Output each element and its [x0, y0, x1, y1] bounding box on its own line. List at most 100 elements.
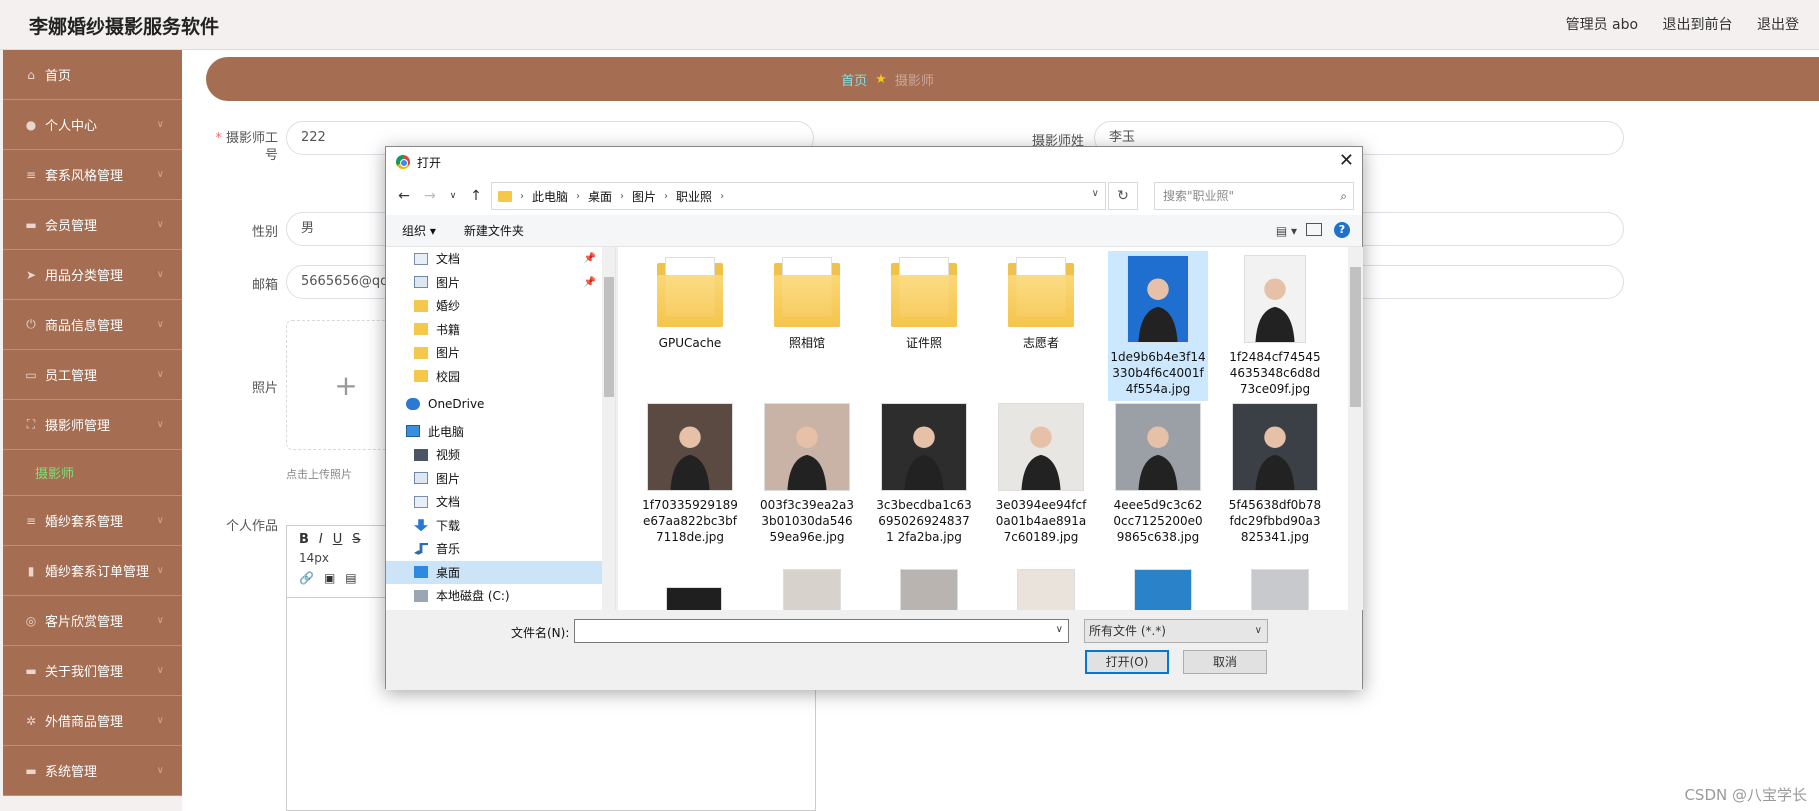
strike-icon[interactable]: S: [352, 532, 360, 547]
sidebar-item-label: 外借商品管理: [45, 715, 124, 730]
open-button[interactable]: 打开(O): [1085, 650, 1169, 674]
sidebar-item[interactable]: ⛶ 摄影师管理 ∨: [3, 400, 182, 450]
nav-tree-item[interactable]: 书籍: [386, 318, 602, 342]
image-thumbnail[interactable]: [900, 569, 958, 610]
image-file-item[interactable]: 003f3c39ea2a33b01030da54659ea96e.jpg: [757, 399, 857, 549]
link-icon[interactable]: 🔗: [299, 571, 314, 585]
address-bar[interactable]: › 此电脑 › 桌面 › 图片 › 职业照 › ∨: [491, 182, 1106, 210]
nav-tree-item[interactable]: 本地磁盘 (C:): [386, 584, 602, 608]
sidebar-subitem[interactable]: 摄影师: [3, 450, 182, 496]
sidebar-item[interactable]: ▬ 系统管理 ∨: [3, 746, 182, 796]
video-icon[interactable]: ▤: [345, 571, 356, 585]
chevron-down-icon[interactable]: ∨: [1092, 188, 1099, 199]
close-icon[interactable]: ✕: [1339, 150, 1354, 171]
path-segment[interactable]: 职业照: [676, 188, 712, 205]
navigation-pane: 文档 📌 图片 📌 婚纱 书籍 图片 校园 OneDrive 此电脑 视频 图片 文档 下载 音乐 桌面 本地磁…: [386, 247, 616, 610]
up-arrow-icon[interactable]: ↑: [468, 188, 484, 204]
nav-tree-item[interactable]: 此电脑: [386, 420, 602, 444]
image-thumbnail[interactable]: [1251, 569, 1309, 610]
chevron-down-icon[interactable]: ∨: [1056, 624, 1063, 635]
path-segment[interactable]: 桌面: [588, 188, 612, 205]
nav-tree-item[interactable]: 桌面: [386, 560, 602, 584]
image-file-item[interactable]: 3c3becdba1c636950269248371 2fa2ba.jpg: [874, 399, 974, 549]
underline-icon[interactable]: U: [333, 532, 343, 547]
filename-input[interactable]: ∨: [574, 619, 1069, 643]
path-separator-icon[interactable]: ›: [664, 191, 668, 202]
nav-tree-item[interactable]: 图片: [386, 341, 602, 365]
preview-pane-icon[interactable]: [1306, 223, 1322, 236]
path-separator-icon[interactable]: ›: [520, 191, 524, 202]
image-thumbnail: [1115, 403, 1201, 491]
image-thumbnail[interactable]: [1017, 569, 1075, 610]
folder-item[interactable]: 志愿者: [991, 251, 1091, 355]
nav-tree-item[interactable]: 文档 📌: [386, 247, 602, 271]
chevron-down-icon: ∨: [156, 219, 164, 230]
image-file-item[interactable]: 4eee5d9c3c620cc7125200e09865c638.jpg: [1108, 399, 1208, 549]
organize-button[interactable]: 组织 ▾: [402, 222, 436, 239]
help-icon[interactable]: ?: [1334, 222, 1350, 238]
sidebar-item[interactable]: ▬ 关于我们管理 ∨: [3, 646, 182, 696]
filetype-select[interactable]: 所有文件 (*.*) ∨: [1084, 619, 1268, 643]
image-file-item[interactable]: 5f45638df0b78fdc29fbbd90a3825341.jpg: [1225, 399, 1325, 549]
path-separator-icon[interactable]: ›: [720, 191, 724, 202]
sidebar-item[interactable]: ≡ 套系风格管理 ∨: [3, 150, 182, 200]
image-file-item[interactable]: 3e0394ee94fcf0a01b4ae891a7c60189.jpg: [991, 399, 1091, 549]
new-folder-button[interactable]: 新建文件夹: [464, 222, 524, 239]
image-file-item[interactable]: 1f70335929189e67aa822bc3bf7118de.jpg: [640, 399, 740, 549]
nav-tree-item[interactable]: 音乐: [386, 537, 602, 561]
nav-tree-item[interactable]: 婚纱: [386, 294, 602, 318]
sidebar-item[interactable]: ◎ 客片欣赏管理 ∨: [3, 596, 182, 646]
nav-tree-item[interactable]: 图片 📌: [386, 271, 602, 295]
sidebar-item[interactable]: ⌂ 首页: [3, 50, 182, 100]
nav-tree-item[interactable]: 下载: [386, 514, 602, 538]
sidebar-item[interactable]: ⏻ 商品信息管理 ∨: [3, 300, 182, 350]
path-segment[interactable]: 图片: [632, 188, 656, 205]
to-front-link[interactable]: 退出到前台: [1663, 17, 1733, 33]
image-file-item[interactable]: 1f2484cf745454635348c6d8d73ce09f.jpg: [1225, 251, 1325, 401]
right-field-3[interactable]: [1330, 265, 1624, 299]
nav-tree-item[interactable]: OneDrive: [386, 392, 602, 416]
sidebar-item[interactable]: ▬ 会员管理 ∨: [3, 200, 182, 250]
forward-arrow-icon[interactable]: →: [422, 188, 438, 204]
command-bar: 组织 ▾ 新建文件夹 ▤ ▾ ?: [386, 215, 1362, 247]
cancel-button[interactable]: 取消: [1183, 650, 1267, 674]
nav-tree-item[interactable]: 图片: [386, 467, 602, 491]
search-input[interactable]: 搜索"职业照" ⌕: [1154, 182, 1354, 210]
files-scroll-thumb[interactable]: [1350, 267, 1361, 407]
path-separator-icon[interactable]: ›: [620, 191, 624, 202]
bold-icon[interactable]: B: [299, 532, 309, 547]
image-icon[interactable]: ▣: [324, 571, 335, 585]
desk-icon: [414, 566, 428, 579]
view-options-icon[interactable]: ▤ ▾: [1276, 224, 1297, 238]
nav-scroll-thumb[interactable]: [604, 277, 614, 397]
sidebar-item[interactable]: ✲ 外借商品管理 ∨: [3, 696, 182, 746]
file-name: 1f70335929189e67aa822bc3bf7118de.jpg: [642, 498, 738, 544]
folder-item[interactable]: 照相馆: [757, 251, 857, 355]
folder-item[interactable]: GPUCache: [640, 251, 740, 355]
pin-icon[interactable]: 📌: [584, 277, 596, 288]
image-thumbnail[interactable]: [783, 569, 841, 610]
pin-icon[interactable]: 📌: [584, 253, 596, 264]
sidebar-item[interactable]: ▭ 员工管理 ∨: [3, 350, 182, 400]
sidebar-item[interactable]: ➤ 用品分类管理 ∨: [3, 250, 182, 300]
path-segment[interactable]: 此电脑: [532, 188, 568, 205]
nav-tree-item[interactable]: 文档: [386, 490, 602, 514]
sidebar-item[interactable]: ▮ 婚纱套系订单管理 ∨: [3, 546, 182, 596]
back-arrow-icon[interactable]: ←: [396, 188, 412, 204]
watermark: CSDN @八宝学长: [1684, 786, 1807, 804]
logout-link[interactable]: 退出登: [1757, 17, 1799, 33]
image-thumbnail[interactable]: [1134, 569, 1192, 610]
image-file-item[interactable]: 1de9b6b4e3f14330b4f6c4001f4f554a.jpg: [1108, 251, 1208, 401]
nav-tree-item[interactable]: 校园: [386, 365, 602, 389]
sidebar-item[interactable]: ● 个人中心 ∨: [3, 100, 182, 150]
recent-dropdown-icon[interactable]: ∨: [448, 191, 458, 201]
nav-tree-item[interactable]: 视频: [386, 443, 602, 467]
image-thumbnail[interactable]: [666, 587, 722, 610]
italic-icon[interactable]: I: [319, 532, 323, 547]
breadcrumb-home[interactable]: 首页: [841, 70, 867, 89]
refresh-icon[interactable]: ↻: [1108, 182, 1138, 210]
sidebar-item[interactable]: ≡ 婚纱套系管理 ∨: [3, 496, 182, 546]
path-separator-icon[interactable]: ›: [576, 191, 580, 202]
folder-item[interactable]: 证件照: [874, 251, 974, 355]
right-field-2[interactable]: [1330, 212, 1624, 246]
